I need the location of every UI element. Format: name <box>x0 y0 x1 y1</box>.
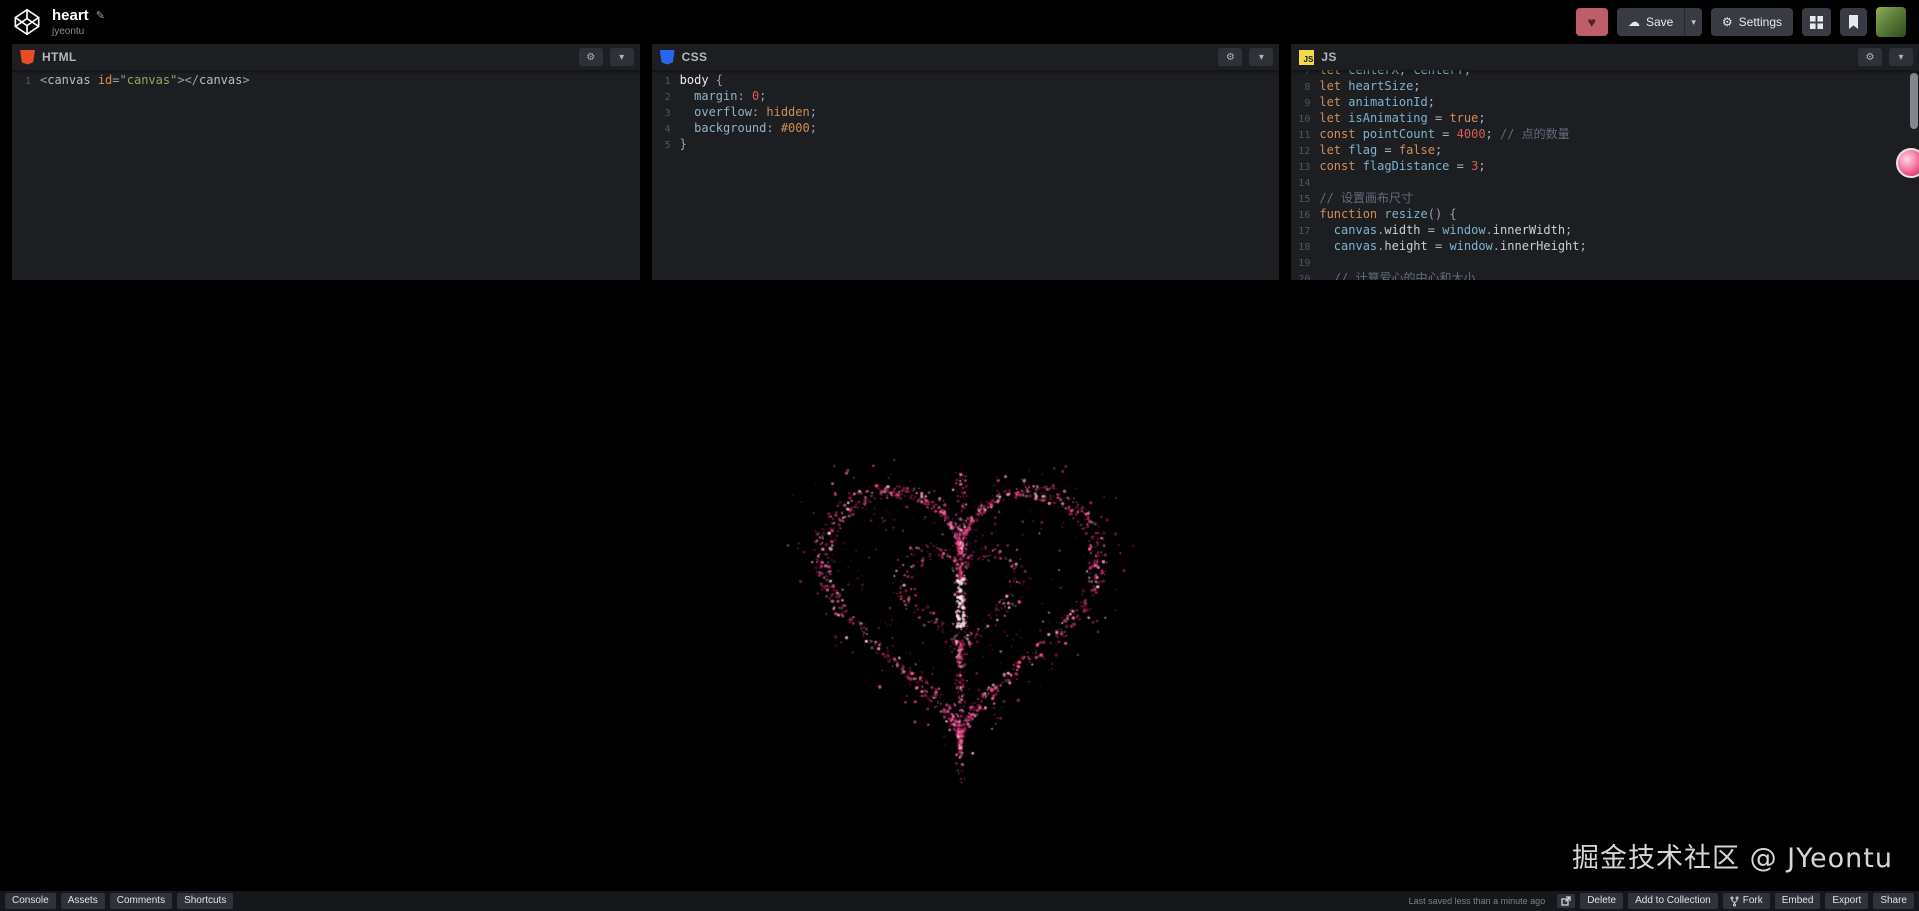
css-panel-header: CSS ⚙ ▾ <box>652 44 1280 70</box>
export-button[interactable]: Export <box>1825 893 1868 909</box>
user-avatar[interactable] <box>1876 7 1906 37</box>
chevron-down-icon: ▾ <box>1691 17 1696 28</box>
add-to-collection-button[interactable]: Add to Collection <box>1628 893 1718 909</box>
js-settings-button[interactable]: ⚙ <box>1858 48 1882 66</box>
html-panel-header: HTML ⚙ ▾ <box>12 44 640 70</box>
code-line: 3 overflow: hidden; <box>652 105 1280 121</box>
pen-author: jyeontu <box>52 26 105 37</box>
gear-icon: ⚙ <box>1226 52 1235 63</box>
js-scrollbar[interactable] <box>1910 73 1918 129</box>
code-line: 1body { <box>652 73 1280 89</box>
code-line: 14 <box>1291 175 1919 191</box>
share-button[interactable]: Share <box>1873 893 1914 909</box>
gear-icon: ⚙ <box>586 52 595 63</box>
settings-label: Settings <box>1739 15 1782 29</box>
footer-bar: Console Assets Comments Shortcuts Last s… <box>0 891 1919 911</box>
editors-row: HTML ⚙ ▾ 1<canvas id="canvas"></canvas> … <box>0 44 1919 280</box>
last-saved-text: Last saved less than a minute ago <box>1409 896 1546 906</box>
code-line: 4 background: #000; <box>652 121 1280 137</box>
panel-label-css: CSS <box>682 50 708 64</box>
save-split-button: ☁ Save ▾ <box>1617 8 1702 36</box>
html-code-area[interactable]: 1<canvas id="canvas"></canvas> <box>12 70 640 280</box>
code-line: 7let centerX, centerY; <box>1291 70 1919 79</box>
chevron-down-icon: ▾ <box>1899 52 1904 63</box>
save-dropdown-button[interactable]: ▾ <box>1685 8 1702 36</box>
preview-pane: 掘金技术社区 @ JYeontu <box>0 280 1919 891</box>
console-button[interactable]: Console <box>5 893 56 909</box>
code-line: 17 canvas.width = window.innerWidth; <box>1291 223 1919 239</box>
editor-panel-js: JS JS ⚙ ▾ 7let centerX, centerY;8let hea… <box>1291 44 1919 280</box>
bookmark-button[interactable] <box>1840 8 1867 36</box>
shortcuts-button[interactable]: Shortcuts <box>177 893 233 909</box>
js-panel-header: JS JS ⚙ ▾ <box>1291 44 1919 70</box>
html5-icon <box>20 50 35 65</box>
code-line: 1<canvas id="canvas"></canvas> <box>12 73 640 89</box>
panel-resizer-1[interactable] <box>640 44 652 280</box>
html-settings-button[interactable]: ⚙ <box>579 48 603 66</box>
pen-title: heart <box>52 7 89 24</box>
delete-button[interactable]: Delete <box>1580 893 1623 909</box>
gear-icon: ⚙ <box>1866 52 1875 63</box>
css-settings-button[interactable]: ⚙ <box>1218 48 1242 66</box>
preview-canvas <box>0 280 1919 891</box>
code-line: 9let animationId; <box>1291 95 1919 111</box>
code-line: 20 // 计算爱心的中心和大小 <box>1291 271 1919 280</box>
bookmark-icon <box>1848 15 1859 29</box>
like-button[interactable]: ♥ <box>1576 8 1608 36</box>
chevron-down-icon: ▾ <box>1259 52 1264 63</box>
external-link-icon <box>1561 896 1571 906</box>
edit-title-icon[interactable]: ✎ <box>96 9 105 22</box>
chevron-down-icon: ▾ <box>619 52 624 63</box>
save-label: Save <box>1646 15 1673 29</box>
code-line: 5} <box>652 137 1280 153</box>
js-collapse-button[interactable]: ▾ <box>1889 48 1913 66</box>
watermark-text: 掘金技术社区 @ JYeontu <box>1572 836 1893 875</box>
top-bar: heart ✎ jyeontu ♥ ☁ Save ▾ ⚙ Settings <box>0 0 1919 44</box>
code-line: 8let heartSize; <box>1291 79 1919 95</box>
fork-label: Fork <box>1743 895 1763 907</box>
assets-button[interactable]: Assets <box>61 893 105 909</box>
panel-label-html: HTML <box>42 50 77 64</box>
js-code-area[interactable]: 7let centerX, centerY;8let heartSize;9le… <box>1291 70 1919 280</box>
code-line: 10let isAnimating = true; <box>1291 111 1919 127</box>
settings-button[interactable]: ⚙ Settings <box>1711 8 1793 36</box>
embed-button[interactable]: Embed <box>1775 893 1821 909</box>
panel-resizer-2[interactable] <box>1279 44 1291 280</box>
code-line: 19 <box>1291 255 1919 271</box>
comments-button[interactable]: Comments <box>110 893 172 909</box>
heart-icon: ♥ <box>1588 14 1596 30</box>
gear-icon: ⚙ <box>1722 15 1733 29</box>
pen-title-block: heart ✎ jyeontu <box>52 7 105 37</box>
open-external-button[interactable] <box>1557 894 1575 908</box>
code-line: 12let flag = false; <box>1291 143 1919 159</box>
fork-icon <box>1730 896 1739 907</box>
panel-label-js: JS <box>1321 50 1336 64</box>
save-button[interactable]: ☁ Save <box>1617 8 1685 36</box>
layout-button[interactable] <box>1802 8 1831 36</box>
codepen-logo[interactable] <box>13 8 41 36</box>
css-collapse-button[interactable]: ▾ <box>1249 48 1273 66</box>
code-line: 13const flagDistance = 3; <box>1291 159 1919 175</box>
css-code-area[interactable]: 1body {2 margin: 0;3 overflow: hidden;4 … <box>652 70 1280 280</box>
css3-icon <box>660 50 675 65</box>
js-icon: JS <box>1299 50 1314 65</box>
html-collapse-button[interactable]: ▾ <box>610 48 634 66</box>
floating-avatar-badge[interactable] <box>1896 148 1919 178</box>
code-line: 15// 设置画布尺寸 <box>1291 191 1919 207</box>
editor-panel-css: CSS ⚙ ▾ 1body {2 margin: 0;3 overflow: h… <box>652 44 1280 280</box>
grid-icon <box>1810 16 1823 29</box>
cloud-icon: ☁ <box>1628 15 1640 29</box>
editor-panel-html: HTML ⚙ ▾ 1<canvas id="canvas"></canvas> <box>12 44 640 280</box>
fork-button[interactable]: Fork <box>1723 893 1770 909</box>
code-line: 18 canvas.height = window.innerHeight; <box>1291 239 1919 255</box>
code-line: 11const pointCount = 4000; // 点的数量 <box>1291 127 1919 143</box>
code-line: 2 margin: 0; <box>652 89 1280 105</box>
code-line: 16function resize() { <box>1291 207 1919 223</box>
